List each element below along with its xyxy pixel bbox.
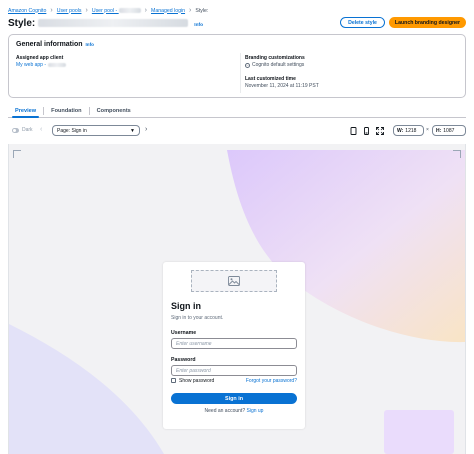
delete-style-button[interactable]: Delete style [340,17,385,28]
gradient-shape-bottom-left [9,324,164,454]
logo-placeholder [191,270,277,292]
page-select[interactable]: Page: Sign in ▼ [52,125,140,136]
tab-bar: Preview Foundation Components [8,104,466,118]
panel-title: General information Info [16,41,94,48]
launch-branding-designer-button[interactable]: Launch branding designer [389,17,466,28]
username-field[interactable]: Enter username [171,338,297,349]
assigned-app-client-label: Assigned app client [16,55,64,61]
chevron-right-icon: › [144,7,147,14]
app-client-link[interactable]: My web app - [16,62,46,68]
redacted-app-client [48,63,67,67]
redacted-text [118,7,141,13]
image-icon [228,276,240,286]
previous-page-icon[interactable]: ‹ [40,126,42,133]
sign-up-prompt: Need an account? Sign up [163,408,305,414]
breadcrumb-user-pools[interactable]: User pools [57,8,82,14]
width-value: 1218 [405,127,417,134]
page-header: Style: Info [8,17,203,29]
tab-preview[interactable]: Preview [8,104,43,118]
general-information-panel: General information Info Assigned app cl… [8,34,466,98]
breadcrumb-user-pool[interactable]: User pool - [92,8,141,14]
mobile-view-icon[interactable] [362,126,371,135]
corner-mark [453,150,461,158]
branding-customizations-label: Branding customizations [245,55,305,61]
username-label: Username [171,330,197,336]
dimension-separator: × [426,127,429,133]
width-label: W: [397,127,404,134]
show-password-checkbox[interactable] [171,378,176,383]
caret-down-icon: ▼ [130,128,135,134]
tab-foundation[interactable]: Foundation [44,104,88,117]
sign-in-subtitle: Sign in to your account. [171,315,224,321]
sign-in-title: Sign in [171,301,201,311]
sign-up-link[interactable]: Sign up [247,408,264,414]
width-input[interactable]: W: 1218 [393,125,424,136]
height-value: 1087 [443,127,455,134]
desktop-view-icon[interactable] [349,126,358,135]
forgot-password-link[interactable]: Forgot your password? [246,378,297,384]
general-info-link[interactable]: Info [86,42,94,47]
branding-customizations-value: – Cognito default settings [245,62,304,68]
status-info-icon: – [245,62,250,68]
dark-mode-label: Dark [22,127,33,133]
last-customized-value: November 11, 2024 at 11:19 PST [245,83,319,89]
branding-value-text: Cognito default settings [252,62,305,68]
corner-mark [13,150,21,158]
page-title: Style: [8,17,36,29]
last-customized-label: Last customized time [245,76,296,82]
dark-mode-toggle[interactable] [12,128,19,133]
column-divider [240,53,241,93]
need-account-text: Need an account? [204,408,246,414]
sign-in-card: Sign in Sign in to your account. Usernam… [163,262,305,429]
chevron-right-icon: › [50,7,53,14]
assigned-app-client-value[interactable]: My web app - [16,62,67,68]
height-input[interactable]: H: 1087 [432,125,466,136]
gradient-shape-bottom-right [384,410,454,454]
chevron-right-icon: › [189,7,192,14]
breadcrumb: Amazon Cognito › User pools › User pool … [8,6,208,15]
breadcrumb-current-style: Style: [195,7,209,14]
sign-in-button[interactable]: Sign in [171,393,297,404]
header-info-link[interactable]: Info [194,23,203,28]
chevron-right-icon: › [85,7,88,14]
preview-toolbar: Dark ‹ Page: Sign in ▼ › W: 1218 × H: 10… [8,123,466,139]
password-label: Password [171,357,196,363]
tab-components[interactable]: Components [90,104,138,117]
password-field[interactable]: Enter password [171,365,297,376]
page-select-value: Page: Sign in [57,127,87,134]
fullscreen-icon[interactable] [375,126,384,135]
height-label: H: [436,127,442,134]
next-page-icon[interactable]: › [145,126,147,133]
show-password-label: Show password [179,377,215,384]
breadcrumb-managed-login[interactable]: Managed login [151,8,185,14]
redacted-style-id [38,19,189,27]
breadcrumb-amazon-cognito[interactable]: Amazon Cognito [8,8,46,14]
general-information-title: General information [16,41,83,48]
